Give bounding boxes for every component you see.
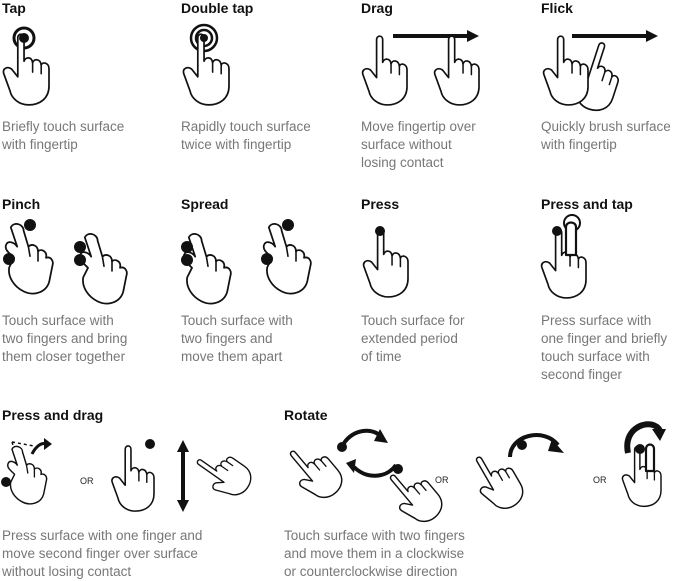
double-tap-gesture-icon [182, 23, 230, 106]
gesture-desc-press-and-tap: Press surface with one finger and briefly… [541, 313, 668, 382]
press-and-tap-gesture-icon [540, 214, 587, 299]
tap-gesture-icon [2, 26, 50, 106]
gesture-title-drag: Drag [361, 0, 393, 16]
gesture-desc-tap: Briefly touch surface with fingertip [2, 119, 125, 152]
flick-gesture-icon [542, 30, 658, 116]
gesture-desc-drag: Move fingertip over surface without losing… [361, 119, 476, 170]
gesture-desc-spread: Touch surface with two fingers and move th… [181, 313, 293, 364]
gesture-desc-pinch: Touch surface with two fingers and bring t… [2, 313, 128, 364]
gesture-title-press: Press [361, 196, 400, 212]
gesture-title-pinch: Pinch [2, 196, 41, 212]
gesture-title-double-tap: Double tap [181, 0, 254, 16]
gesture-title-spread: Spread [181, 196, 229, 212]
gesture-title-press-and-drag: Press and drag [2, 407, 104, 423]
gesture-desc-press-and-drag: Press surface with one finger and move se… [2, 528, 203, 579]
gesture-desc-double-tap: Rapidly touch surface twice with fingerti… [181, 119, 311, 152]
press-and-drag-gesture-icon: OR [1, 438, 258, 512]
press-gesture-icon [362, 226, 409, 298]
pinch-gesture-icon [3, 219, 128, 305]
drag-gesture-icon [361, 30, 480, 106]
rotate-gesture-icon: OR OR [279, 421, 666, 532]
or-label: OR [593, 475, 607, 485]
or-label: OR [80, 476, 94, 486]
gesture-desc-rotate: Touch surface with two fingers and move t… [284, 528, 465, 579]
or-label: OR [435, 475, 449, 485]
spread-gesture-icon [181, 219, 312, 305]
gesture-title-flick: Flick [541, 0, 573, 16]
gesture-title-tap: Tap [2, 0, 26, 16]
gesture-desc-press: Touch surface for extended period of time [361, 313, 465, 364]
gesture-title-press-and-tap: Press and tap [541, 196, 633, 212]
gesture-desc-flick: Quickly brush surface with fingertip [541, 119, 671, 152]
